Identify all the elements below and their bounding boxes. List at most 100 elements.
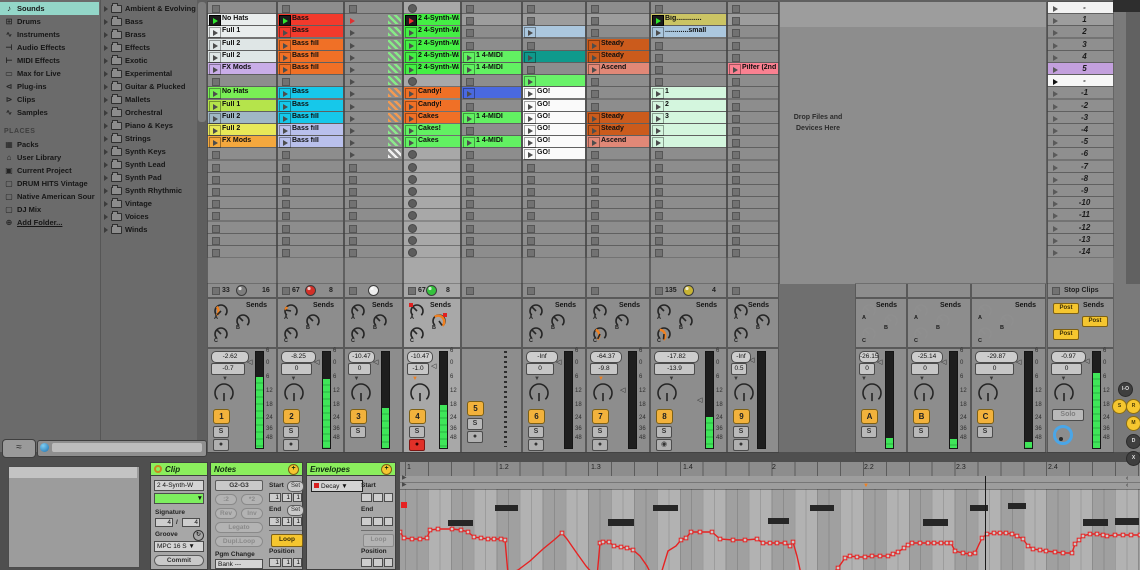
clip-slot[interactable]: Cakes! xyxy=(404,124,460,135)
sidebar-item-drums[interactable]: ⊞Drums xyxy=(0,15,99,28)
clip-stop-button[interactable] xyxy=(212,5,220,13)
clip-record-button[interactable] xyxy=(408,248,417,257)
position-beat[interactable]: 1 xyxy=(282,558,292,567)
clip-stop-button[interactable] xyxy=(655,249,663,257)
clip-slot[interactable] xyxy=(728,136,778,147)
clip-slot[interactable]: 1 4-MIDI xyxy=(462,112,521,123)
solo-button[interactable]: S xyxy=(283,426,299,438)
clip-slot[interactable]: Steady xyxy=(587,39,649,50)
search-input[interactable] xyxy=(52,443,202,452)
clip-record-button[interactable] xyxy=(408,150,417,159)
clip-launch-button[interactable] xyxy=(463,88,475,99)
beat-time-ruler[interactable]: 11.21.31.422.22.32.4 xyxy=(400,462,1140,477)
clip-slot[interactable] xyxy=(462,124,521,135)
automation-envelope[interactable] xyxy=(400,516,1140,570)
scene-launch-button[interactable] xyxy=(1049,88,1061,99)
scene-launch-button[interactable] xyxy=(1049,137,1061,148)
clip-slot[interactable] xyxy=(651,124,726,135)
send-b-knob[interactable]: B xyxy=(549,312,567,330)
clip-stop-button[interactable] xyxy=(655,151,663,159)
clip-stop-button[interactable] xyxy=(282,164,290,172)
disclosure-triangle-icon[interactable] xyxy=(104,136,108,142)
clip-slot[interactable] xyxy=(651,136,726,147)
preview-cue-knob[interactable] xyxy=(1053,425,1073,445)
clip-stop-button[interactable] xyxy=(212,237,220,245)
arm-record-button[interactable]: ● xyxy=(409,439,425,451)
send-a-knob[interactable]: A xyxy=(860,302,878,320)
clip-slot[interactable] xyxy=(651,2,726,13)
send-c-knob[interactable]: C xyxy=(655,325,673,343)
clip-slot[interactable]: Full 1 xyxy=(208,26,276,37)
clip-slot[interactable]: 2 4-Synth-Water xyxy=(404,26,460,37)
scene-launch-button[interactable] xyxy=(1049,64,1061,75)
scene-slot[interactable]: -10 xyxy=(1048,197,1113,208)
clip-slot[interactable]: 2 xyxy=(651,100,726,111)
pan-knob[interactable] xyxy=(1052,381,1076,405)
clip-stop-button[interactable] xyxy=(732,29,740,37)
scene-slot[interactable]: - xyxy=(1048,75,1113,86)
disclosure-triangle-icon[interactable] xyxy=(104,97,108,103)
sidebar-place-current-project[interactable]: ▣Current Project xyxy=(0,164,99,177)
view-toggle-d[interactable]: D xyxy=(1126,434,1140,449)
pan-knob[interactable] xyxy=(591,381,615,405)
env-start-1[interactable] xyxy=(361,493,372,502)
clip-slot[interactable] xyxy=(345,234,402,245)
disclosure-triangle-icon[interactable] xyxy=(104,19,108,25)
clip-slot[interactable] xyxy=(345,246,402,257)
clip-stop-button[interactable] xyxy=(591,29,599,37)
browser-folder-strings[interactable]: Strings xyxy=(101,132,196,145)
clip-stop-button[interactable] xyxy=(655,200,663,208)
env-pos-2[interactable] xyxy=(373,558,383,567)
clip-slot[interactable]: FX Mods xyxy=(208,136,276,147)
bank-field[interactable]: Bank --- xyxy=(215,559,263,569)
clip-slot[interactable] xyxy=(404,246,460,257)
scene-launch-button[interactable] xyxy=(1049,247,1061,258)
clip-stop-button[interactable] xyxy=(212,151,220,159)
sidebar-item-instruments[interactable]: ∿Instruments xyxy=(0,28,99,41)
clip-stop-button[interactable] xyxy=(732,200,740,208)
clip-slot[interactable]: Bass fill xyxy=(278,51,343,62)
group-play-button[interactable] xyxy=(346,88,358,99)
clip-slot[interactable] xyxy=(345,26,402,37)
clip-slot[interactable] xyxy=(523,14,585,25)
send-c-knob[interactable]: C xyxy=(591,325,609,343)
send-c-knob[interactable]: C xyxy=(976,325,994,343)
clip-slot[interactable] xyxy=(278,246,343,257)
clip-launch-button[interactable] xyxy=(209,88,221,99)
clip-slot[interactable] xyxy=(728,173,778,184)
double-button[interactable]: *2 xyxy=(241,494,263,505)
browser-folder-orchestral[interactable]: Orchestral xyxy=(101,106,196,119)
sidebar-item-samples[interactable]: ∿Samples xyxy=(0,106,99,119)
clip-slot[interactable] xyxy=(278,234,343,245)
clip-launch-button[interactable] xyxy=(588,125,600,136)
clip-slot[interactable] xyxy=(728,161,778,172)
pan-knob[interactable] xyxy=(976,381,1000,405)
clip-launch-button[interactable] xyxy=(405,137,417,148)
view-toggle-r[interactable]: R xyxy=(1126,399,1140,414)
clip-stop-button[interactable] xyxy=(282,5,290,13)
expand-icon[interactable]: + xyxy=(381,464,392,475)
clip-slot[interactable] xyxy=(404,222,460,233)
clip-launch-button[interactable] xyxy=(405,64,417,75)
clip-slot[interactable] xyxy=(462,161,521,172)
clip-slot[interactable]: GO! xyxy=(523,124,585,135)
clip-slot[interactable] xyxy=(728,222,778,233)
disclosure-triangle-icon[interactable] xyxy=(104,110,108,116)
fader-position-icon[interactable]: ◁ xyxy=(247,359,252,366)
clip-stop-button[interactable] xyxy=(282,212,290,220)
fader-position-icon[interactable]: ◁ xyxy=(314,359,319,366)
clip-slot[interactable] xyxy=(651,161,726,172)
clip-stop-button[interactable] xyxy=(466,42,474,50)
scene-slot[interactable]: 5 xyxy=(1048,63,1113,74)
clip-stop-button[interactable] xyxy=(527,164,535,172)
envelope-control-chooser[interactable]: Decay ▼ xyxy=(311,480,363,492)
scene-slot[interactable]: -3 xyxy=(1048,112,1113,123)
clip-launch-button[interactable] xyxy=(405,125,417,136)
clip-slot[interactable] xyxy=(345,185,402,196)
monitor-button[interactable]: ● xyxy=(733,439,749,451)
clip-slot[interactable] xyxy=(728,87,778,98)
monitor-button[interactable]: ◉ xyxy=(656,439,672,451)
scene-launch-button[interactable] xyxy=(1049,210,1061,221)
clip-launch-button[interactable] xyxy=(524,125,536,136)
scroll-right-icon[interactable]: ‹ xyxy=(1126,475,1128,482)
